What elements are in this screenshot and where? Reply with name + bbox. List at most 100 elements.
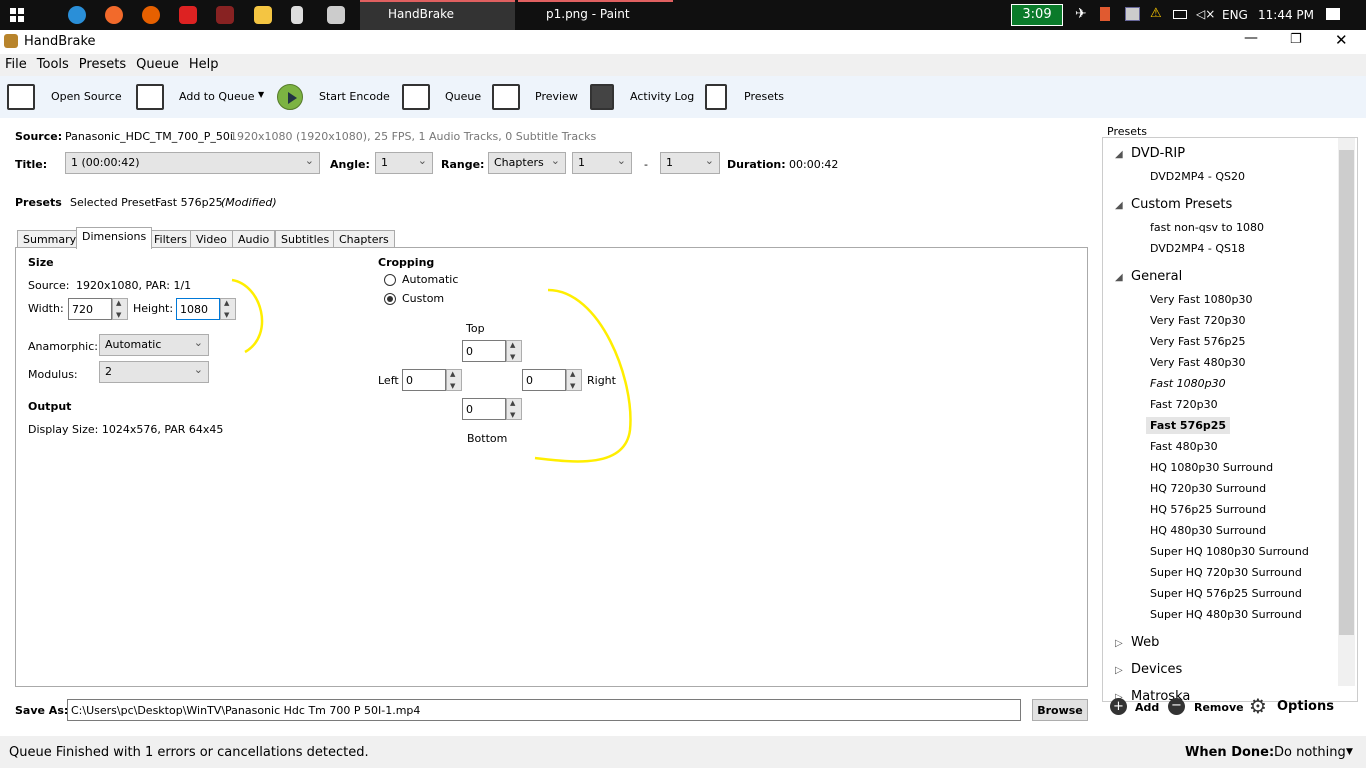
- preset-item[interactable]: Very Fast 576p25: [1150, 333, 1246, 350]
- preset-item[interactable]: Fast 720p30: [1150, 396, 1218, 413]
- media-icon[interactable]: [327, 6, 345, 24]
- crop-right-input[interactable]: 0: [522, 369, 566, 391]
- preset-item[interactable]: DVD2MP4 - QS18: [1150, 240, 1245, 257]
- queue-icon[interactable]: [402, 84, 430, 110]
- menu-tools[interactable]: Tools: [32, 54, 74, 75]
- security-warning-icon[interactable]: ⚠: [1150, 6, 1162, 21]
- range-end-select[interactable]: 1: [660, 152, 720, 174]
- tab-video[interactable]: Video: [190, 230, 233, 248]
- width-stepper[interactable]: [112, 298, 128, 320]
- app-icon[interactable]: [216, 6, 234, 24]
- height-stepper[interactable]: [220, 298, 236, 320]
- firefox-icon[interactable]: [105, 6, 123, 24]
- width-input[interactable]: 720: [68, 298, 112, 320]
- preset-group[interactable]: Custom Presets: [1131, 197, 1232, 212]
- add-icon[interactable]: +: [1110, 698, 1127, 715]
- expanded-arrow-icon[interactable]: ◢: [1115, 149, 1123, 160]
- add-to-queue-button[interactable]: Add to Queue: [179, 90, 254, 103]
- speaker-icon[interactable]: [1100, 7, 1110, 21]
- preset-item[interactable]: fast non-qsv to 1080: [1150, 219, 1264, 236]
- crop-bottom-stepper[interactable]: [506, 398, 522, 420]
- task-paint[interactable]: p1.png - Paint: [518, 0, 673, 30]
- add-to-queue-dropdown[interactable]: ▼: [258, 90, 264, 99]
- chevron-down-icon[interactable]: ▼: [1346, 747, 1353, 757]
- mute-icon[interactable]: ◁×: [1196, 7, 1215, 21]
- range-select[interactable]: Chapters: [488, 152, 566, 174]
- preset-item[interactable]: Fast 576p25: [1146, 417, 1231, 434]
- menu-presets[interactable]: Presets: [74, 54, 131, 75]
- tab-chapters[interactable]: Chapters: [333, 230, 395, 248]
- preset-item[interactable]: Super HQ 1080p30 Surround: [1150, 543, 1309, 560]
- save-path-input[interactable]: C:\Users\pc\Desktop\WinTV\Panasonic Hdc …: [67, 699, 1021, 721]
- preset-item[interactable]: Super HQ 576p25 Surround: [1150, 585, 1302, 602]
- app-icon[interactable]: [179, 6, 197, 24]
- airplane-icon[interactable]: ✈: [1075, 6, 1087, 22]
- crop-bottom-input[interactable]: 0: [462, 398, 506, 420]
- when-done-select[interactable]: Do nothing: [1274, 745, 1346, 760]
- options-button[interactable]: Options: [1277, 699, 1334, 714]
- menu-help[interactable]: Help: [184, 54, 224, 75]
- angle-select[interactable]: 1: [375, 152, 433, 174]
- preset-item[interactable]: Fast 1080p30: [1150, 375, 1226, 392]
- preset-item[interactable]: Super HQ 720p30 Surround: [1150, 564, 1302, 581]
- preset-item[interactable]: Super HQ 480p30 Surround: [1150, 606, 1302, 623]
- collapsed-arrow-icon[interactable]: ▷: [1115, 638, 1123, 649]
- tab-dimensions[interactable]: Dimensions: [76, 227, 153, 249]
- preset-group[interactable]: Devices: [1131, 662, 1182, 677]
- display-icon[interactable]: [1125, 7, 1140, 21]
- preset-item[interactable]: Very Fast 1080p30: [1150, 291, 1253, 308]
- edge-icon[interactable]: [68, 6, 86, 24]
- browse-button[interactable]: Browse: [1032, 699, 1088, 721]
- modulus-select[interactable]: 2: [99, 361, 209, 383]
- start-button[interactable]: [10, 8, 24, 22]
- task-handbrake[interactable]: HandBrake: [360, 0, 515, 30]
- preset-item[interactable]: HQ 1080p30 Surround: [1150, 459, 1273, 476]
- firefox-icon[interactable]: [142, 6, 160, 24]
- preset-group[interactable]: DVD-RIP: [1131, 146, 1185, 161]
- tab-audio[interactable]: Audio: [232, 230, 276, 248]
- activity-log-icon[interactable]: [590, 84, 614, 110]
- anamorphic-select[interactable]: Automatic: [99, 334, 209, 356]
- crop-left-stepper[interactable]: [446, 369, 462, 391]
- menu-queue[interactable]: Queue: [131, 54, 184, 75]
- preset-item[interactable]: HQ 720p30 Surround: [1150, 480, 1266, 497]
- crop-left-input[interactable]: 0: [402, 369, 446, 391]
- title-select[interactable]: 1 (00:00:42): [65, 152, 320, 174]
- presets-scrollbar[interactable]: [1338, 138, 1355, 686]
- expanded-arrow-icon[interactable]: ◢: [1115, 200, 1123, 211]
- tab-filters[interactable]: Filters: [148, 230, 193, 248]
- start-encode-button[interactable]: Start Encode: [319, 90, 390, 103]
- crop-right-stepper[interactable]: [566, 369, 582, 391]
- gear-icon[interactable]: ⚙: [1249, 694, 1267, 718]
- file-explorer-icon[interactable]: [254, 6, 272, 24]
- preset-group[interactable]: General: [1131, 269, 1182, 284]
- preset-item[interactable]: Very Fast 480p30: [1150, 354, 1246, 371]
- crop-automatic-radio[interactable]: [384, 274, 396, 286]
- crop-top-stepper[interactable]: [506, 340, 522, 362]
- expanded-arrow-icon[interactable]: ◢: [1115, 272, 1123, 283]
- open-source-button[interactable]: Open Source: [51, 90, 122, 103]
- notification-icon[interactable]: [1326, 8, 1340, 20]
- remove-preset-button[interactable]: Remove: [1194, 701, 1244, 714]
- collapsed-arrow-icon[interactable]: ▷: [1115, 665, 1123, 676]
- crop-top-input[interactable]: 0: [462, 340, 506, 362]
- preset-item[interactable]: Very Fast 720p30: [1150, 312, 1246, 329]
- clock[interactable]: 11:44 PM: [1258, 8, 1314, 22]
- presets-button[interactable]: Presets: [744, 90, 784, 103]
- add-preset-button[interactable]: Add: [1135, 701, 1159, 714]
- preset-group[interactable]: Web: [1131, 635, 1159, 650]
- preview-icon[interactable]: [492, 84, 520, 110]
- preset-item[interactable]: Fast 480p30: [1150, 438, 1218, 455]
- menu-file[interactable]: File: [0, 54, 32, 75]
- calculator-icon[interactable]: [291, 6, 303, 24]
- minimize-button[interactable]: —: [1244, 30, 1258, 46]
- preset-item[interactable]: DVD2MP4 - QS20: [1150, 168, 1245, 185]
- play-icon[interactable]: [277, 84, 303, 110]
- preview-button[interactable]: Preview: [535, 90, 578, 103]
- tab-summary[interactable]: Summary: [17, 230, 83, 248]
- remove-icon[interactable]: −: [1168, 698, 1185, 715]
- maximize-button[interactable]: ❐: [1290, 32, 1302, 47]
- presets-icon[interactable]: [705, 84, 727, 110]
- queue-button[interactable]: Queue: [445, 90, 481, 103]
- close-button[interactable]: ✕: [1335, 31, 1348, 49]
